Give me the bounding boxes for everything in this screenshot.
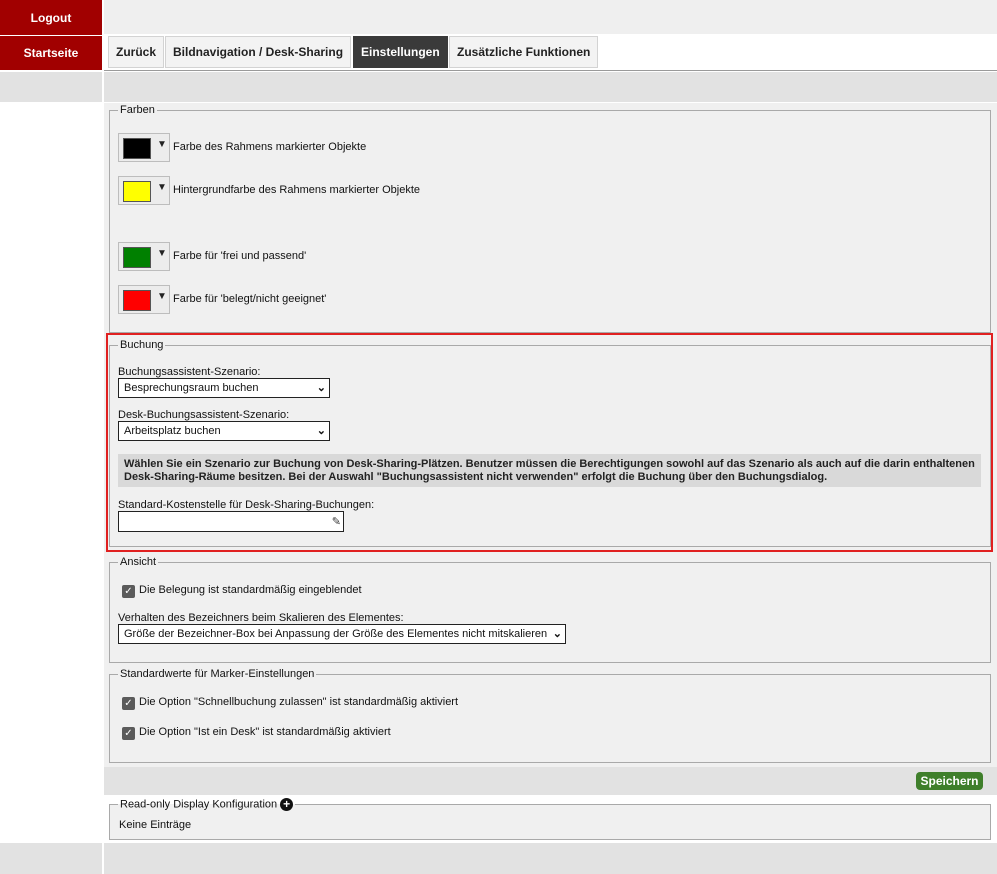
quick-booking-checkbox[interactable]: ✓: [122, 697, 135, 710]
header-gray-band: [104, 72, 997, 102]
booking-highlight-frame: [106, 333, 993, 552]
triangle-down-icon: ▼: [157, 291, 167, 302]
show-occupancy-label: Die Belegung ist standardmäßig eingeblen…: [139, 584, 362, 596]
occupied-color-picker[interactable]: ▼: [118, 285, 170, 314]
tab-additional-functions[interactable]: Zusätzliche Funktionen: [449, 36, 599, 68]
tab-back[interactable]: Zurück: [108, 36, 165, 68]
occupied-color-swatch: [123, 290, 151, 311]
free-color-swatch: [123, 247, 151, 268]
frame-background-color-picker[interactable]: ▼: [118, 176, 170, 205]
frame-background-color-swatch: [123, 181, 151, 202]
scaling-label: Verhalten des Bezeichners beim Skalieren…: [118, 612, 404, 624]
tab-settings[interactable]: Einstellungen: [353, 36, 448, 68]
frame-color-label: Farbe des Rahmens markierter Objekte: [173, 141, 367, 153]
is-desk-checkbox[interactable]: ✓: [122, 727, 135, 740]
view-legend: Ansicht: [120, 556, 157, 568]
readonly-fieldset: Read-only Display Konfiguration +: [109, 798, 991, 840]
home-button[interactable]: Startseite: [0, 36, 102, 70]
triangle-down-icon: ▼: [157, 248, 167, 259]
frame-background-color-label: Hintergrundfarbe des Rahmens markierter …: [173, 184, 421, 196]
colors-legend: Farben: [120, 104, 155, 116]
logout-button[interactable]: Logout: [0, 0, 102, 35]
tab-image-navigation[interactable]: Bildnavigation / Desk-Sharing: [165, 36, 352, 68]
add-icon[interactable]: +: [280, 798, 294, 811]
sidebar: Logout Startseite: [0, 0, 102, 874]
readonly-legend: Read-only Display Konfiguration +: [118, 798, 295, 811]
marker-fieldset: Standardwerte für Marker-Einstellungen: [109, 668, 991, 763]
marker-legend: Standardwerte für Marker-Einstellungen: [120, 668, 315, 680]
view-fieldset: Ansicht: [109, 556, 991, 663]
sidebar-gray-band: [0, 72, 102, 102]
save-button[interactable]: Speichern: [916, 772, 983, 790]
free-color-label: Farbe für 'frei und passend': [173, 250, 307, 262]
frame-color-swatch: [123, 138, 151, 159]
show-occupancy-checkbox[interactable]: ✓: [122, 585, 135, 598]
quick-booking-label: Die Option "Schnellbuchung zulassen" ist…: [139, 696, 459, 708]
readonly-empty-text: Keine Einträge: [119, 819, 192, 831]
save-band: [104, 767, 997, 795]
sidebar-bottom-band: [0, 843, 102, 874]
scaling-select-value: Größe der Bezeichner-Box bei Anpassung d…: [124, 628, 548, 640]
top-bar: [104, 0, 997, 34]
chevron-down-icon: ⌄: [552, 628, 562, 640]
scaling-select[interactable]: Größe der Bezeichner-Box bei Anpassung d…: [118, 624, 566, 644]
is-desk-label: Die Option "Ist ein Desk" ist standardmä…: [139, 726, 391, 738]
readonly-legend-text: Read-only Display Konfiguration: [120, 798, 278, 811]
tab-bar: Zurück Bildnavigation / Desk-Sharing Ein…: [104, 34, 997, 71]
triangle-down-icon: ▼: [157, 139, 167, 150]
occupied-color-label: Farbe für 'belegt/nicht geeignet': [173, 293, 327, 305]
triangle-down-icon: ▼: [157, 182, 167, 193]
frame-color-picker[interactable]: ▼: [118, 133, 170, 162]
free-color-picker[interactable]: ▼: [118, 242, 170, 271]
footer-gray-band: [104, 843, 997, 874]
